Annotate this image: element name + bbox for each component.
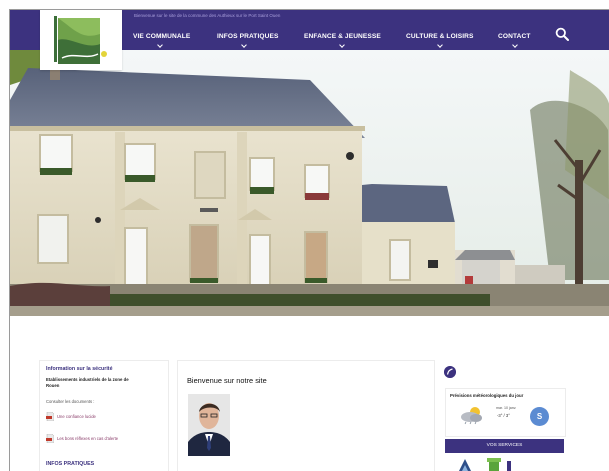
security-subtitle-line2: Rouen <box>46 383 60 388</box>
nav-enfance-jeunesse[interactable]: ENFANCE & JEUNESSE <box>304 33 381 40</box>
chevron-down-icon <box>241 42 247 48</box>
infos-pratiques-title: INFOS PRATIQUES <box>46 461 95 467</box>
nav-vie-communale[interactable]: VIE COMMUNALE <box>133 33 190 40</box>
security-info-panel: Information sur la sécurité Etablissemen… <box>39 360 169 471</box>
welcome-title: Bienvenue sur notre site <box>187 376 267 385</box>
weather-forecast-panel: Prévisions météorologiques du jour mar. … <box>445 388 566 437</box>
chevron-down-icon <box>339 42 345 48</box>
nav-infos-pratiques[interactable]: INFOS PRATIQUES <box>217 33 278 40</box>
site-logo[interactable] <box>40 10 122 70</box>
weather-next-badge[interactable]: S <box>530 407 549 426</box>
nav-contact[interactable]: CONTACT <box>498 33 530 40</box>
weather-cloud-icon <box>461 407 482 425</box>
weather-temperatures: -3° / 3° <box>497 413 510 418</box>
services-icons-row <box>445 455 564 471</box>
doc-link-reflexes[interactable]: Les bons réflexes en cas d'alerte <box>57 436 118 441</box>
pdf-icon <box>46 434 54 443</box>
content-area: Information sur la sécurité Etablissemen… <box>10 316 609 471</box>
doc-link-confiance[interactable]: Une confiance lucide <box>57 414 96 419</box>
weather-title: Prévisions météorologiques du jour <box>450 393 524 398</box>
pdf-icon <box>46 412 54 421</box>
security-title: Information sur la sécurité <box>46 366 113 372</box>
consult-docs-label: Consulter les documents : <box>46 399 95 404</box>
facebook-icon[interactable] <box>444 366 456 378</box>
weather-day: mar. 10 janv. <box>496 406 517 410</box>
welcome-panel: Bienvenue sur notre site <box>177 360 435 471</box>
hero-photo-town-hall <box>10 50 609 316</box>
chevron-down-icon <box>512 42 518 48</box>
mayor-portrait <box>188 394 230 456</box>
nav-culture-loisirs[interactable]: CULTURE & LOISIRS <box>406 33 474 40</box>
services-header[interactable]: VOS SERVICES <box>445 439 564 453</box>
site-tagline: Bienvenue sur le site de la commune des … <box>134 13 281 18</box>
chevron-down-icon <box>437 42 443 48</box>
search-icon[interactable] <box>555 27 569 41</box>
browser-frame: Bienvenue sur le site de la commune des … <box>9 9 609 471</box>
chevron-down-icon <box>157 42 163 48</box>
